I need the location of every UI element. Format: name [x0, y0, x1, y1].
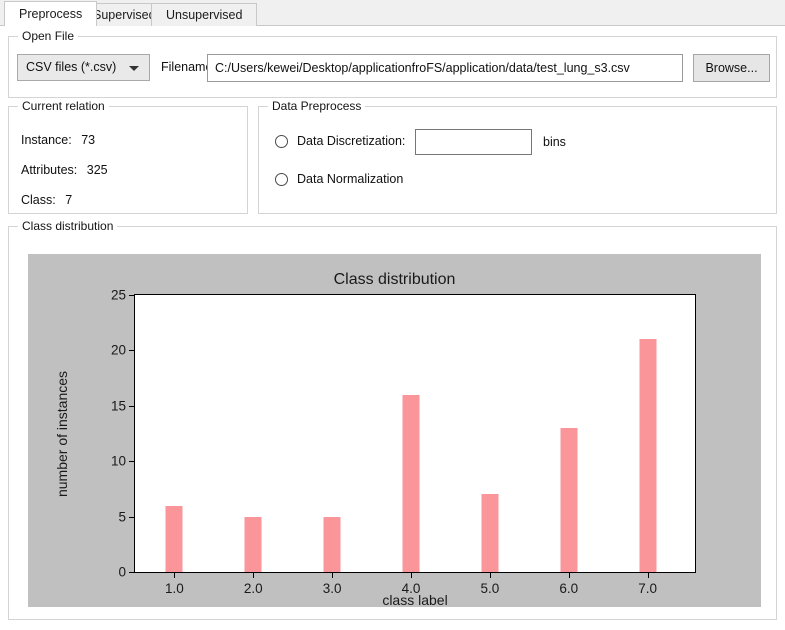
- chart-x-tick: [647, 572, 649, 578]
- chart-bar: [639, 339, 657, 572]
- bins-input[interactable]: [415, 129, 532, 155]
- chart-x-tick: [253, 572, 255, 578]
- chart-x-tick: [568, 572, 570, 578]
- chart-x-tick-label: 1.0: [165, 581, 184, 596]
- file-type-select[interactable]: CSV files (*.csv): [17, 54, 150, 81]
- instance-key: Instance:: [21, 133, 72, 147]
- tab-preprocess[interactable]: Preprocess: [4, 1, 98, 26]
- filename-input-value: C:/Users/kewei/Desktop/applicationfroFS/…: [215, 61, 630, 75]
- file-type-select-value: CSV files (*.csv): [26, 60, 117, 74]
- browse-button-label: Browse...: [705, 61, 758, 75]
- chart-x-tick: [332, 572, 334, 578]
- chart-y-tick: [129, 295, 135, 296]
- chart-x-tick: [489, 572, 491, 578]
- class-distribution-figure: Class distribution number of instances c…: [28, 254, 761, 608]
- class-distribution-group: Class distribution Class distribution nu…: [8, 219, 777, 620]
- chart-bar: [481, 494, 499, 572]
- chart-plot-area: 0 5 10 15 20 25 1.0 2.0 3.0 4.0 5.0 6.0 7.0: [111, 288, 696, 596]
- chart-x-tick-label: 7.0: [638, 581, 658, 596]
- class-value: 7: [65, 193, 73, 207]
- chart-y-tick-label: 25: [110, 287, 126, 303]
- tab-preprocess-label: Preprocess: [19, 7, 83, 21]
- chart-y-tick-label: 15: [110, 398, 126, 414]
- chart-bar: [402, 394, 420, 572]
- chart-bars: [135, 295, 695, 572]
- chart-y-tick-label: 10: [110, 453, 126, 469]
- chart-x-tick-label: 3.0: [322, 581, 342, 596]
- chart-y-tick-label: 5: [118, 509, 126, 525]
- chart-y-tick: [129, 350, 135, 352]
- class-row: Class: 7: [21, 193, 72, 207]
- tab-bar: Preprocess Supervised Unsupervised: [0, 0, 785, 26]
- chevron-down-icon: [129, 66, 139, 71]
- chart-bar: [323, 516, 341, 572]
- class-key: Class:: [21, 193, 56, 207]
- chart-y-tick-label: 20: [110, 342, 126, 358]
- chart-bar: [560, 427, 578, 572]
- chart-y-tick: [129, 405, 135, 407]
- data-normalization-label: Data Normalization: [297, 172, 404, 186]
- chart-y-tick: [129, 461, 135, 463]
- attributes-row: Attributes: 325: [21, 163, 108, 177]
- data-preprocess-group-label: Data Preprocess: [268, 99, 366, 113]
- chart-y-tick-label: 0: [118, 564, 126, 580]
- chart-y-tick: [129, 516, 135, 518]
- filename-input[interactable]: C:/Users/kewei/Desktop/applicationfroFS/…: [207, 54, 683, 82]
- tab-unsupervised-label: Unsupervised: [166, 8, 243, 22]
- instance-row: Instance: 73: [21, 133, 95, 147]
- chart-bar: [165, 505, 183, 572]
- chart-x-tick-label: 2.0: [243, 581, 263, 596]
- chart-x-tick-label: 4.0: [401, 581, 421, 596]
- attributes-value: 325: [86, 163, 108, 177]
- chart-y-axis-label: number of instances: [54, 370, 70, 498]
- chart-y-tick: [129, 572, 135, 573]
- chart-title: Class distribution: [333, 271, 456, 288]
- instance-value: 73: [81, 133, 96, 147]
- browse-button[interactable]: Browse...: [693, 54, 770, 82]
- tab-supervised-label: Supervised: [93, 8, 156, 22]
- chart-x-tick: [174, 572, 176, 578]
- open-file-group: Open File CSV files (*.csv) Filename: C:…: [8, 29, 777, 98]
- attributes-key: Attributes:: [21, 163, 78, 177]
- chart-x-tick-label: 6.0: [559, 581, 579, 596]
- open-file-group-label: Open File: [18, 29, 79, 43]
- chart-x-tick: [411, 572, 413, 578]
- current-relation-group-label: Current relation: [18, 99, 109, 113]
- tab-unsupervised[interactable]: Unsupervised: [151, 3, 258, 26]
- data-discretization-label: Data Discretization:: [297, 134, 406, 148]
- data-preprocess-group: Data Preprocess Data Discretization: bin…: [258, 99, 777, 214]
- class-distribution-group-label: Class distribution: [18, 219, 118, 233]
- data-normalization-radio[interactable]: [275, 173, 288, 186]
- bins-suffix-label: bins: [543, 135, 566, 149]
- chart-bar: [244, 516, 262, 572]
- current-relation-group: Current relation Instance: 73 Attributes…: [8, 99, 248, 214]
- chart-x-tick-label: 5.0: [480, 581, 500, 596]
- data-discretization-radio[interactable]: [275, 135, 288, 148]
